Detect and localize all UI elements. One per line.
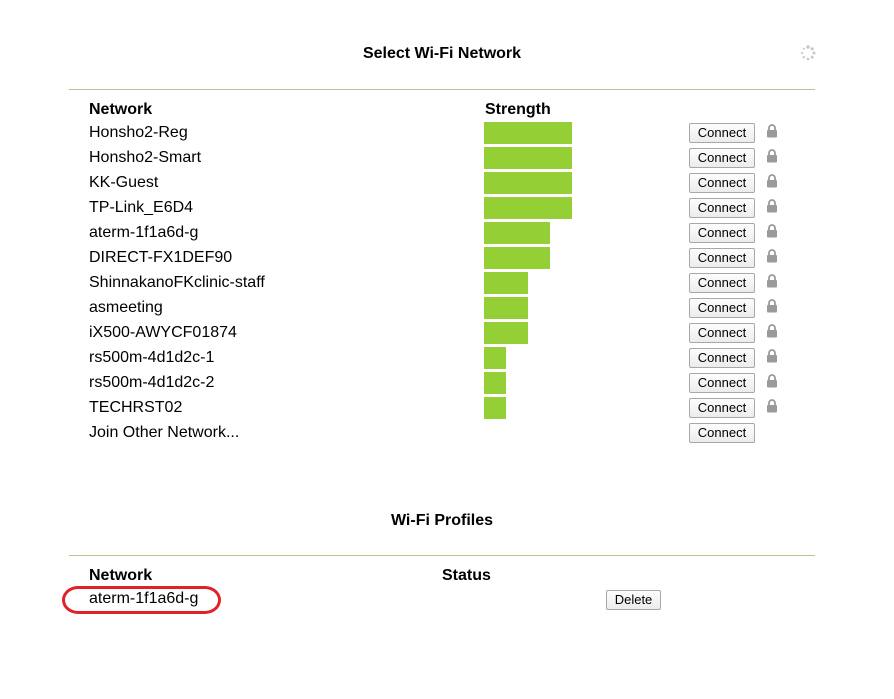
delete-profile-button[interactable]: Delete (606, 590, 661, 610)
signal-strength-bar (484, 372, 506, 394)
lock-icon (767, 374, 777, 388)
networks-divider (69, 89, 815, 90)
network-row: TP-Link_E6D4 Connect (0, 196, 894, 221)
network-name: DIRECT-FX1DEF90 (89, 249, 233, 266)
connect-button[interactable]: Connect (689, 173, 755, 193)
network-name: asmeeting (89, 299, 163, 316)
connect-button[interactable]: Connect (689, 423, 755, 443)
connect-button[interactable]: Connect (689, 373, 755, 393)
signal-strength-bar (484, 222, 550, 244)
network-name: ShinnakanoFKclinic-staff (89, 274, 265, 291)
signal-strength-bar (484, 347, 506, 369)
connect-button[interactable]: Connect (689, 398, 755, 418)
network-name: aterm-1f1a6d-g (89, 224, 199, 241)
signal-strength-bar (484, 172, 572, 194)
lock-icon (767, 199, 777, 213)
refresh-spinner-icon[interactable] (800, 45, 816, 61)
connect-button[interactable]: Connect (689, 298, 755, 318)
network-name: iX500-AWYCF01874 (89, 324, 237, 341)
profile-row: aterm-1f1a6d-g Delete (0, 590, 894, 612)
connect-button[interactable]: Connect (689, 273, 755, 293)
signal-strength-bar (484, 322, 528, 344)
lock-icon (767, 274, 777, 288)
network-row: aterm-1f1a6d-g Connect (0, 221, 894, 246)
profile-network-column-header: Network (89, 567, 153, 584)
connect-button[interactable]: Connect (689, 248, 755, 268)
signal-strength-bar (484, 297, 528, 319)
connect-button[interactable]: Connect (689, 123, 755, 143)
signal-strength-bar (484, 247, 550, 269)
lock-icon (767, 149, 777, 163)
lock-icon (767, 349, 777, 363)
lock-icon (767, 224, 777, 238)
signal-strength-bar (484, 397, 506, 419)
profile-network-name: aterm-1f1a6d-g (89, 590, 199, 607)
select-wifi-network-title: Select Wi-Fi Network (362, 45, 522, 62)
connect-button[interactable]: Connect (689, 323, 755, 343)
network-name: TP-Link_E6D4 (89, 199, 194, 216)
connect-button[interactable]: Connect (689, 223, 755, 243)
signal-strength-bar (484, 122, 572, 144)
network-row: KK-Guest Connect (0, 171, 894, 196)
network-name: rs500m-4d1d2c-1 (89, 349, 215, 366)
connect-button[interactable]: Connect (689, 148, 755, 168)
lock-icon (767, 399, 777, 413)
signal-strength-bar (484, 272, 528, 294)
lock-icon (767, 324, 777, 338)
lock-icon (767, 249, 777, 263)
wifi-profiles-title: Wi-Fi Profiles (390, 512, 494, 529)
network-name: Honsho2-Smart (89, 149, 202, 166)
network-row: asmeeting Connect (0, 296, 894, 321)
profiles-divider (69, 555, 815, 556)
network-row: DIRECT-FX1DEF90 Connect (0, 246, 894, 271)
wifi-settings-page: Select Wi-Fi Network Network Strength Ho… (0, 0, 894, 699)
network-name: KK-Guest (89, 174, 159, 191)
strength-column-header: Strength (485, 101, 551, 118)
network-name: Honsho2-Reg (89, 124, 188, 141)
lock-icon (767, 124, 777, 138)
network-row: Honsho2-Reg Connect (0, 121, 894, 146)
signal-strength-bar (484, 147, 572, 169)
network-row: TECHRST02 Connect (0, 396, 894, 421)
signal-strength-bar (484, 197, 572, 219)
network-row: rs500m-4d1d2c-1 Connect (0, 346, 894, 371)
lock-icon (767, 174, 777, 188)
network-column-header: Network (89, 101, 153, 118)
lock-icon (767, 299, 777, 313)
network-name: TECHRST02 (89, 399, 183, 416)
connect-button[interactable]: Connect (689, 198, 755, 218)
network-row: iX500-AWYCF01874 Connect (0, 321, 894, 346)
network-name: Join Other Network... (89, 424, 240, 441)
connect-button[interactable]: Connect (689, 348, 755, 368)
network-row: ShinnakanoFKclinic-staff Connect (0, 271, 894, 296)
profile-status-column-header: Status (442, 567, 491, 584)
network-row: Honsho2-Smart Connect (0, 146, 894, 171)
network-row: Join Other Network... Connect (0, 421, 894, 446)
network-name: rs500m-4d1d2c-2 (89, 374, 215, 391)
network-row: rs500m-4d1d2c-2 Connect (0, 371, 894, 396)
